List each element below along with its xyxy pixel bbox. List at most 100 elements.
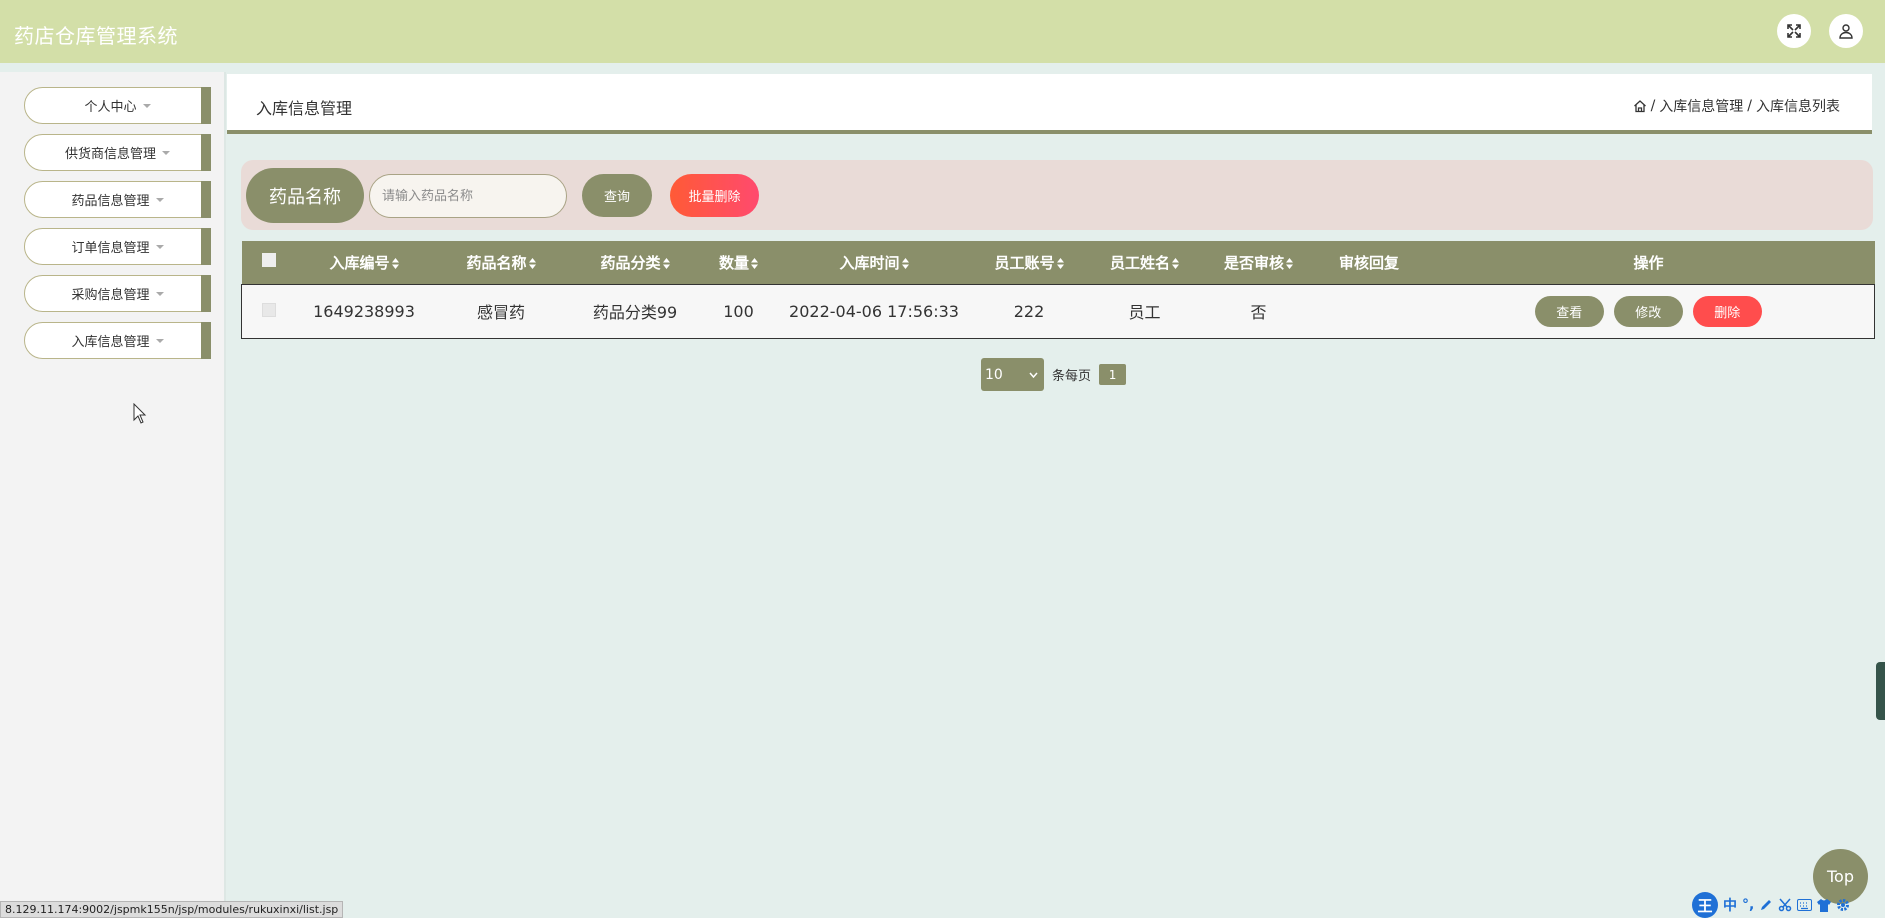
breadcrumb-current: 入库信息列表	[1756, 99, 1840, 115]
ime-punct-toggle[interactable]: °,	[1742, 897, 1754, 913]
column-header-label: 操作	[1633, 253, 1664, 272]
sidebar-item-inbound[interactable]: 入库信息管理	[24, 322, 211, 359]
column-header-label: 入库编号	[329, 253, 390, 272]
select-all-checkbox[interactable]	[262, 253, 276, 268]
chevron-down-icon	[1029, 372, 1038, 378]
per-page-label: 条每页	[1052, 369, 1092, 384]
column-header-label: 药品名称	[466, 253, 527, 272]
cell-category: 药品分类99	[570, 283, 700, 339]
sidebar-item-medicine[interactable]: 药品信息管理	[24, 181, 211, 218]
row-actions: 查看 修改 删除	[1423, 295, 1875, 327]
row-checkbox[interactable]	[262, 302, 277, 317]
gear-icon[interactable]	[1836, 898, 1850, 912]
batch-delete-button[interactable]: 批量删除	[670, 174, 759, 217]
cell-reply	[1315, 283, 1423, 339]
expand-icon	[1787, 24, 1801, 38]
cell-audited: 否	[1201, 283, 1316, 339]
column-header-audited[interactable]: 是否审核	[1202, 241, 1316, 284]
pen-icon[interactable]	[1759, 898, 1773, 912]
column-header-name[interactable]: 药品名称	[432, 241, 571, 284]
cell-time: 2022-04-06 17:56:33	[777, 283, 971, 339]
sort-icon	[528, 257, 536, 269]
search-field-label: 药品名称	[246, 168, 364, 223]
page-number-current[interactable]: 1	[1099, 364, 1127, 385]
sort-icon	[1286, 257, 1293, 269]
column-header-account[interactable]: 员工账号	[971, 241, 1088, 284]
sort-icon	[662, 257, 670, 269]
column-header-quantity[interactable]: 数量	[700, 241, 778, 284]
app-title: 药店仓库管理系统	[14, 24, 178, 48]
ime-mode-toggle[interactable]: 中	[1723, 895, 1737, 915]
page-size-value: 10	[985, 366, 1003, 383]
column-header-time[interactable]: 入库时间	[778, 241, 971, 284]
keyboard-icon[interactable]	[1797, 899, 1813, 911]
breadcrumb-separator: /	[1650, 98, 1656, 114]
status-bar-url: 8.129.11.174:9002/jspmk155n/jsp/modules/…	[0, 901, 344, 918]
breadcrumb-separator: /	[1747, 98, 1752, 114]
breadcrumb: / 入库信息管理 / 入库信息列表	[1633, 96, 1840, 116]
column-header-label: 药品分类	[600, 253, 661, 272]
user-icon	[1839, 24, 1853, 39]
view-button[interactable]: 查看	[1534, 295, 1604, 327]
sidebar: 个人中心 供货商信息管理 药品信息管理 订单信息管理 采购信息管理 入库信息管理	[0, 72, 226, 918]
column-header-label: 入库时间	[839, 253, 900, 272]
cell-actions: 查看 修改 删除	[1422, 283, 1875, 339]
home-icon[interactable]	[1633, 99, 1647, 113]
sidebar-item-label: 供货商信息管理	[64, 147, 156, 162]
column-header-category[interactable]: 药品分类	[571, 241, 700, 284]
column-header-label: 审核回复	[1338, 253, 1399, 272]
sidebar-item-supplier[interactable]: 供货商信息管理	[24, 134, 211, 171]
fullscreen-button[interactable]	[1777, 14, 1811, 48]
mouse-cursor-icon	[133, 403, 147, 424]
caret-down-icon	[162, 150, 170, 155]
sort-icon	[1172, 257, 1179, 269]
select-all-cell	[242, 241, 297, 284]
sort-icon	[1056, 257, 1064, 269]
sidebar-item-label: 药品信息管理	[71, 194, 150, 209]
column-header-code[interactable]: 入库编号	[297, 241, 432, 284]
column-header-label: 是否审核	[1223, 253, 1284, 272]
column-header-reply: 审核回复	[1316, 241, 1423, 284]
column-header-staff-name[interactable]: 员工姓名	[1088, 241, 1202, 284]
sidebar-item-personal-center[interactable]: 个人中心	[24, 87, 211, 124]
sidebar-item-orders[interactable]: 订单信息管理	[24, 228, 211, 265]
cell-staff-name: 员工	[1087, 283, 1202, 339]
sort-icon	[391, 257, 399, 269]
skin-shirt-icon[interactable]	[1817, 898, 1832, 912]
row-select-cell	[241, 283, 297, 339]
caret-down-icon	[155, 244, 164, 249]
caret-down-icon	[142, 103, 151, 108]
sidebar-item-label: 采购信息管理	[71, 288, 150, 303]
edit-button[interactable]: 修改	[1613, 295, 1683, 327]
side-drawer-handle[interactable]	[1876, 662, 1885, 720]
caret-down-icon	[155, 197, 164, 202]
top-header: 药店仓库管理系统	[0, 0, 1885, 63]
scissors-icon[interactable]	[1778, 898, 1792, 912]
page-title: 入库信息管理	[256, 99, 353, 118]
sort-icon	[901, 257, 909, 269]
breadcrumb-panel: 入库信息管理 / 入库信息管理 / 入库信息列表	[227, 74, 1872, 134]
sidebar-item-purchase[interactable]: 采购信息管理	[24, 275, 211, 312]
cell-code: 1649238993	[296, 283, 432, 339]
search-bar: 药品名称 查询 批量删除	[241, 160, 1873, 230]
user-button[interactable]	[1829, 14, 1863, 48]
sidebar-item-label: 入库信息管理	[71, 335, 150, 350]
delete-button[interactable]: 删除	[1692, 295, 1762, 327]
medicine-name-input[interactable]	[369, 174, 567, 218]
ime-toolbar: 王 中 °,	[1692, 892, 1850, 918]
sidebar-item-label: 订单信息管理	[71, 241, 150, 256]
column-header-actions: 操作	[1423, 241, 1875, 284]
query-button[interactable]: 查询	[582, 174, 652, 217]
column-header-label: 数量	[718, 253, 749, 272]
cell-account: 222	[970, 283, 1088, 339]
column-header-label: 员工姓名	[1109, 253, 1170, 272]
cell-name: 感冒药	[431, 283, 571, 339]
breadcrumb-link-inbound[interactable]: 入库信息管理	[1659, 96, 1743, 116]
ime-logo-icon[interactable]: 王	[1692, 892, 1718, 918]
table-header-row: 入库编号 药品名称 药品分类 数量 入库时间 员工账号 员工姓名 是否审核 审核…	[241, 241, 1875, 284]
sort-icon	[751, 257, 758, 269]
caret-down-icon	[155, 291, 164, 296]
table-row: 1649238993 感冒药 药品分类99 100 2022-04-06 17:…	[241, 283, 1875, 339]
page-size-select[interactable]: 10	[981, 358, 1044, 391]
cell-quantity: 100	[699, 283, 778, 339]
